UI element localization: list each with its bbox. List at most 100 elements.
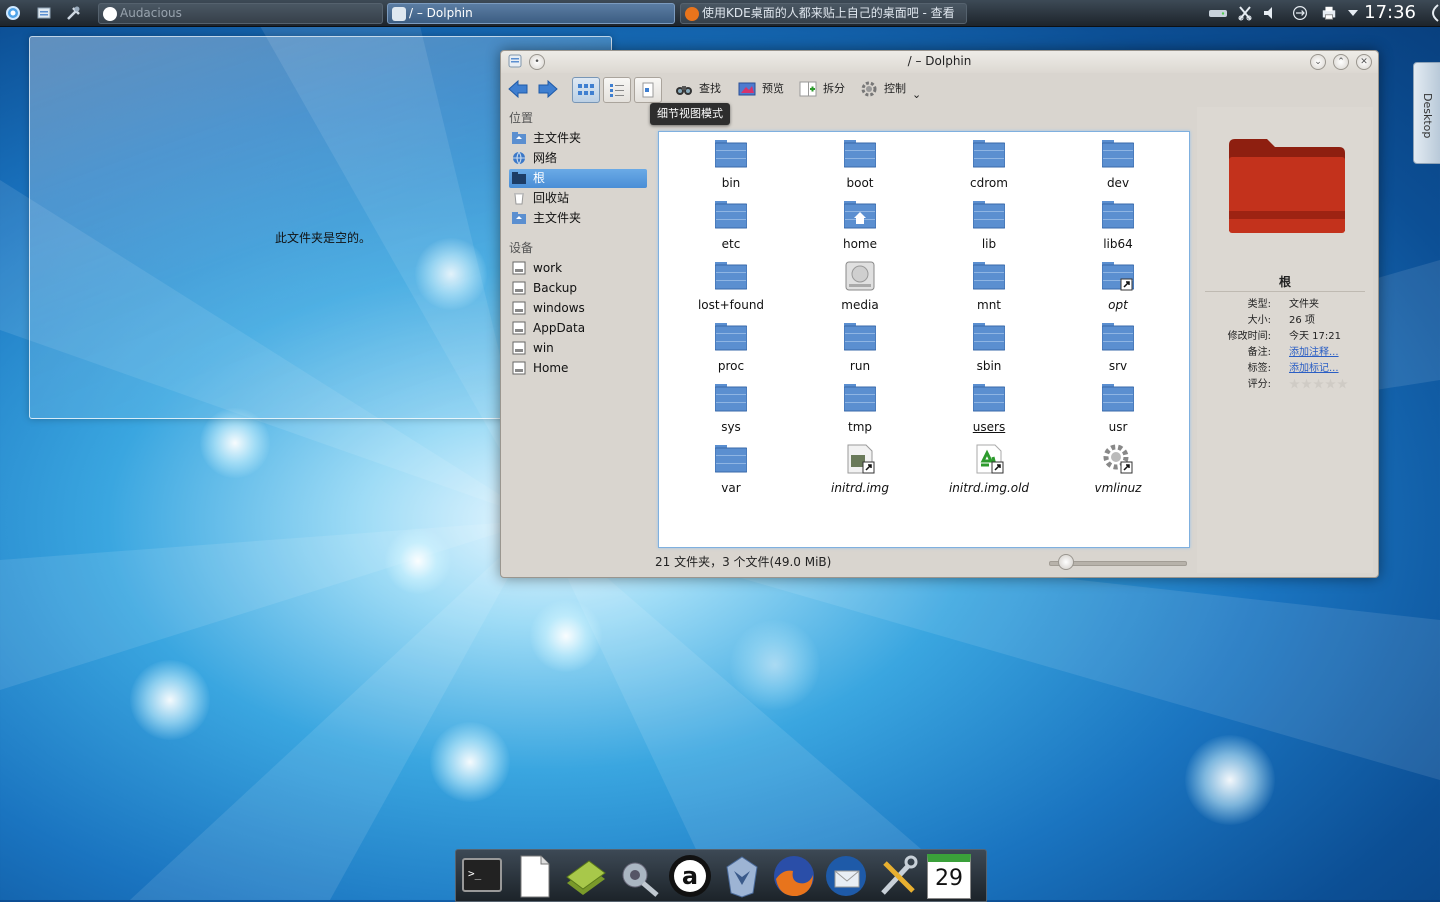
zoom-slider-handle[interactable] <box>1058 554 1074 570</box>
minimize-button[interactable]: ⌄ <box>1310 54 1326 70</box>
device-item-backup[interactable]: Backup <box>509 279 647 298</box>
file-item-vmlinuz[interactable]: vmlinuz <box>1063 437 1173 495</box>
file-item-initrd-img-old[interactable]: initrd.img.old <box>934 437 1044 495</box>
add-comment-link[interactable]: 添加注释... <box>1289 345 1339 361</box>
rating-stars[interactable] <box>1289 377 1349 393</box>
places-item-home[interactable]: 主文件夹 <box>509 129 647 148</box>
task-audacious[interactable]: Audacious <box>98 3 383 24</box>
file-item-label: bin <box>721 176 741 190</box>
star-icon[interactable] <box>1301 378 1312 389</box>
device-item-windows[interactable]: windows <box>509 299 647 318</box>
device-item-work[interactable]: work <box>509 259 647 278</box>
split-view-icon <box>799 81 817 97</box>
tools-icon[interactable] <box>875 853 921 899</box>
places-item-home-2[interactable]: 主文件夹 <box>509 209 647 228</box>
clipboard-scissors-icon[interactable] <box>1237 5 1253 21</box>
firefox-icon[interactable] <box>771 853 817 899</box>
star-icon[interactable] <box>1337 378 1348 389</box>
places-item-root[interactable]: 根 <box>509 169 647 188</box>
file-item-label: etc <box>721 237 741 251</box>
file-item-label: vmlinuz <box>1094 481 1142 495</box>
file-item-proc[interactable]: proc <box>676 315 786 373</box>
folder-icon <box>843 138 877 170</box>
places-item-label: 主文件夹 <box>533 211 582 225</box>
file-item-lib[interactable]: lib <box>934 193 1044 251</box>
compact-view-button[interactable] <box>603 77 631 103</box>
file-item-lib64[interactable]: lib64 <box>1063 193 1173 251</box>
file-item-mnt[interactable]: mnt <box>934 254 1044 312</box>
task-firefox[interactable]: 使用KDE桌面的人都来贴上自己的桌面吧 - 查看 <box>680 3 967 24</box>
drive-tray-icon[interactable] <box>1208 5 1228 21</box>
add-tags-link[interactable]: 添加标记... <box>1289 361 1339 377</box>
maximize-button[interactable]: ⌃ <box>1333 54 1349 70</box>
transformers-icon[interactable] <box>719 853 765 899</box>
titlebar[interactable]: • / – Dolphin ⌄ ⌃ ✕ <box>501 51 1378 73</box>
volume-icon[interactable] <box>1262 5 1278 21</box>
file-item-lost-found[interactable]: lost+found <box>676 254 786 312</box>
back-arrow-icon[interactable] <box>507 78 529 100</box>
file-item-bin[interactable]: bin <box>676 132 786 190</box>
bokeh-light <box>385 528 451 594</box>
text-editor-icon[interactable] <box>511 853 557 899</box>
file-item-initrd-img[interactable]: initrd.img <box>805 437 915 495</box>
places-item-network[interactable]: 网络 <box>509 149 647 168</box>
star-icon[interactable] <box>1325 378 1336 389</box>
file-item-label: proc <box>717 359 745 373</box>
clock[interactable]: 17:36 <box>1364 2 1416 24</box>
calendar-icon[interactable]: 29 <box>927 854 971 899</box>
file-item-cdrom[interactable]: cdrom <box>934 132 1044 190</box>
show-desktop-icon[interactable] <box>35 3 53 23</box>
system-settings-icon[interactable] <box>615 853 661 899</box>
split-button[interactable]: 拆分 <box>797 77 845 101</box>
file-item-boot[interactable]: boot <box>805 132 915 190</box>
thunderbird-icon[interactable] <box>823 853 869 899</box>
file-item-etc[interactable]: etc <box>676 193 786 251</box>
network-tray-icon[interactable] <box>1290 5 1310 21</box>
places-item-trash[interactable]: 回收站 <box>509 189 647 208</box>
audacious-icon[interactable]: a <box>667 853 713 899</box>
file-item-label: srv <box>1108 359 1128 373</box>
file-item-home[interactable]: home <box>805 193 915 251</box>
file-item-label: home <box>842 237 878 251</box>
dictionary-icon[interactable] <box>563 853 609 899</box>
recycle-link-icon <box>973 443 1005 475</box>
device-item-home[interactable]: Home <box>509 359 647 378</box>
task-dolphin[interactable]: / – Dolphin <box>387 3 675 24</box>
terminal-icon[interactable]: >_ <box>459 853 505 899</box>
icons-view-button[interactable] <box>572 77 600 103</box>
printer-tray-icon[interactable] <box>1320 5 1338 21</box>
forward-arrow-icon[interactable] <box>537 78 559 100</box>
panel-toolbox-icon[interactable] <box>1426 3 1440 23</box>
file-item-media[interactable]: media <box>805 254 915 312</box>
find-button[interactable]: 查找 <box>673 77 721 101</box>
close-button[interactable]: ✕ <box>1356 54 1372 70</box>
file-item-users[interactable]: users <box>934 376 1044 434</box>
device-item-win[interactable]: win <box>509 339 647 358</box>
star-icon[interactable] <box>1313 378 1324 389</box>
kde-menu-icon[interactable] <box>3 3 23 23</box>
file-item-label: cdrom <box>970 176 1008 190</box>
preview-button[interactable]: 预览 <box>736 77 784 101</box>
folder-icon <box>972 382 1006 414</box>
details-view-button[interactable] <box>634 77 662 103</box>
control-menu-button[interactable]: 控制 ⌄ <box>858 77 921 101</box>
file-item-sbin[interactable]: sbin <box>934 315 1044 373</box>
tools-launcher-icon[interactable] <box>65 3 83 23</box>
desktop-dashboard-tab[interactable]: Desktop <box>1413 62 1440 164</box>
devices-section-header: 设备 <box>509 241 534 255</box>
file-item-tmp[interactable]: tmp <box>805 376 915 434</box>
file-item-opt[interactable]: opt <box>1063 254 1173 312</box>
file-item-dev[interactable]: dev <box>1063 132 1173 190</box>
file-view[interactable]: bin boot cdrom dev etc home lib lib64 lost+found… <box>658 131 1190 548</box>
drive-icon <box>512 281 526 295</box>
file-item-sys[interactable]: sys <box>676 376 786 434</box>
bokeh-light <box>130 660 210 740</box>
file-item-var[interactable]: var <box>676 437 786 495</box>
tray-expand-icon[interactable] <box>1347 5 1359 21</box>
star-icon[interactable] <box>1289 378 1300 389</box>
file-item-usr[interactable]: usr <box>1063 376 1173 434</box>
file-item-srv[interactable]: srv <box>1063 315 1173 373</box>
file-item-run[interactable]: run <box>805 315 915 373</box>
info-row-comment: 备注: 添加注释... <box>1197 345 1373 361</box>
device-item-appdata[interactable]: AppData <box>509 319 647 338</box>
